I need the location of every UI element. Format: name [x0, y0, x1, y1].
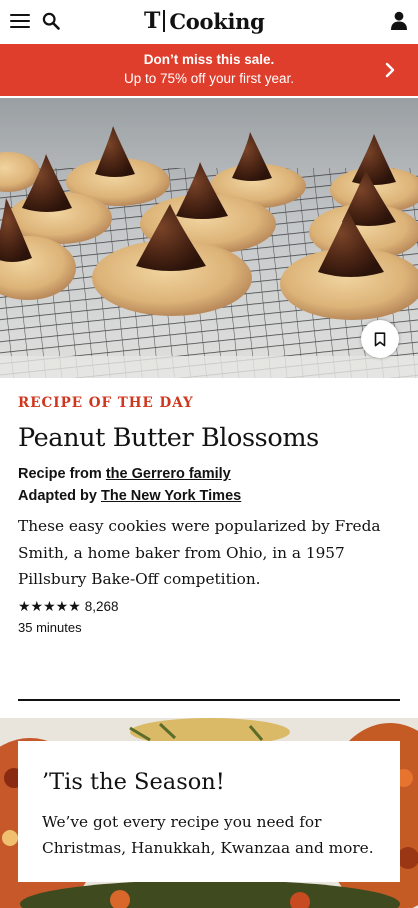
recipe-rating[interactable]: ★★★★★ 8,268 — [18, 598, 119, 615]
recipe-author-link[interactable]: the Gerrero family — [106, 466, 231, 482]
star-rating-icon: ★★★★★ — [18, 598, 81, 614]
season-promo-text: We’ve got every recipe you need for Chri… — [42, 813, 374, 857]
recipe-title[interactable]: Peanut Butter Blossoms — [18, 423, 319, 453]
chevron-right-icon — [385, 62, 395, 78]
logo-text: Cooking — [169, 8, 265, 34]
rating-count: 8,268 — [84, 599, 119, 614]
logo-divider — [163, 10, 166, 32]
recipe-credit-prefix: Recipe from — [18, 466, 106, 482]
recipe-time: 35 minutes — [18, 620, 82, 635]
recipe-credit: Recipe from the Gerrero family — [18, 466, 231, 482]
promo-subline: Up to 75% off your first year. — [123, 71, 295, 86]
menu-icon[interactable] — [10, 13, 30, 29]
recipe-adapted-by: Adapted by The New York Times — [18, 488, 241, 504]
adapted-by-prefix: Adapted by — [18, 488, 101, 504]
sale-promo-banner[interactable]: Don’t miss this sale. Up to 75% off your… — [0, 44, 418, 96]
nyt-cooking-logo[interactable]: T Cooking — [144, 6, 265, 36]
recipe-hero-image[interactable] — [0, 98, 418, 378]
recipe-of-the-day-label: RECIPE OF THE DAY — [18, 395, 194, 411]
save-recipe-button[interactable] — [361, 320, 399, 358]
top-navigation-bar: T Cooking — [0, 0, 418, 44]
recipe-description: These easy cookies were popularized by F… — [18, 517, 381, 588]
section-divider — [18, 699, 400, 701]
cookies-photo — [0, 98, 418, 378]
promo-headline: Don’t miss this sale. — [143, 52, 275, 67]
season-promo-title: ’Tis the Season! — [42, 769, 225, 795]
adapted-by-link[interactable]: The New York Times — [101, 488, 241, 504]
account-icon[interactable] — [390, 11, 408, 31]
search-icon[interactable] — [42, 12, 60, 30]
season-promo-card[interactable]: ’Tis the Season! We’ve got every recipe … — [18, 741, 400, 882]
bookmark-icon — [374, 331, 386, 346]
nyt-t-logo-icon: T — [144, 8, 161, 34]
